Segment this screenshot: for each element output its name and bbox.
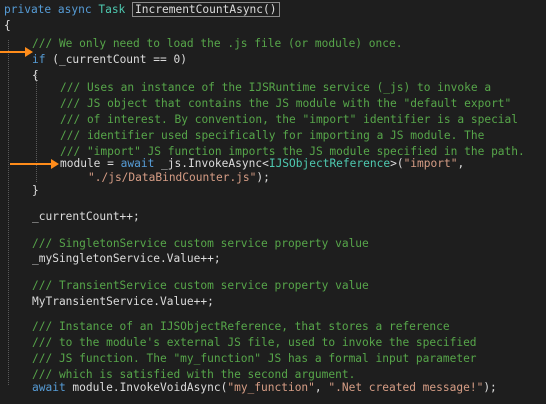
comma: ,	[314, 381, 329, 394]
invoke-async-call: _js.InvokeAsync<	[154, 157, 269, 170]
method-name-highlight[interactable]: IncrementCountAsync()	[132, 2, 280, 17]
keyword-await: await	[32, 381, 66, 394]
type-task: Task	[98, 3, 126, 16]
statement-end: );	[483, 381, 497, 394]
code-comment: /// SingletonService custom service prop…	[32, 237, 369, 250]
indent-guide	[8, 40, 9, 385]
code-line-open-brace: {	[4, 19, 11, 32]
type-ijsobjectreference: IJSObjectReference	[268, 157, 391, 170]
code-line-close-brace-inner: }	[32, 184, 39, 197]
code-comment: /// TransientService custom service prop…	[32, 279, 369, 292]
annotation-arrow-icon	[10, 159, 60, 169]
keyword-private: private	[4, 3, 52, 16]
generic-close: >(	[390, 157, 404, 170]
keyword-async: async	[57, 3, 92, 16]
string-import: "import"	[403, 157, 458, 170]
code-comment: /// JS function. The "my_function" JS ha…	[32, 352, 477, 365]
code-line-increment-count: _currentCount++;	[32, 210, 140, 223]
code-comment: /// to the module's external JS file, us…	[32, 336, 477, 349]
keyword-if: if	[32, 53, 46, 66]
if-condition: (_currentCount == 0)	[45, 53, 187, 66]
statement-end: );	[256, 171, 270, 184]
annotation-arrow-icon	[0, 47, 34, 57]
code-line-transient-increment: MyTransientService.Value++;	[32, 295, 214, 308]
code-line-open-brace-inner: {	[32, 69, 39, 82]
code-line-if-statement: if (_currentCount == 0)	[32, 52, 187, 68]
string-module-path: "./js/DataBindCounter.js"	[88, 171, 257, 184]
string-message: ".Net created message!"	[328, 381, 484, 394]
module-assign: module =	[60, 157, 121, 170]
string-my-function: "my_function"	[227, 381, 315, 394]
code-comment: /// Uses an instance of the IJSRuntime s…	[60, 81, 492, 94]
code-editor[interactable]: private async Task IncrementCountAsync()…	[0, 0, 546, 404]
code-comment: /// of interest. By convention, the "imp…	[60, 113, 519, 126]
code-comment: /// Instance of an IJSObjectReference, t…	[32, 320, 450, 333]
code-line-invoke-void-async: await module.InvokeVoidAsync("my_functio…	[32, 380, 497, 396]
keyword-await: await	[120, 157, 155, 170]
code-line-method-signature: private async Task IncrementCountAsync()	[4, 2, 280, 18]
invoke-void-call: module.InvokeVoidAsync(	[65, 381, 228, 394]
code-line-singleton-increment: _mySingletonService.Value++;	[32, 252, 221, 265]
code-line-module-path: "./js/DataBindCounter.js");	[88, 170, 270, 186]
comma: ,	[457, 157, 465, 170]
code-comment: /// We only need to load the .js file (o…	[32, 37, 403, 50]
code-comment: /// JS object that contains the JS modul…	[60, 97, 512, 110]
code-comment: /// identifier used specifically for imp…	[60, 129, 485, 142]
